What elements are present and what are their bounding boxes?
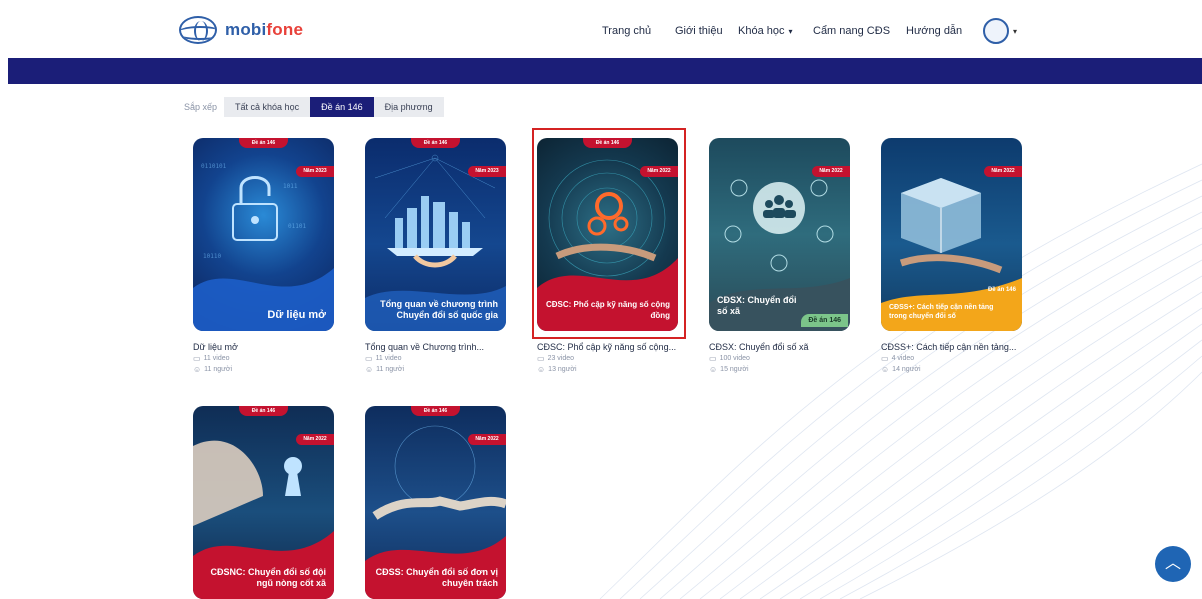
learner-count: ☺ 11 người [193, 365, 353, 374]
course-name[interactable]: CĐSX: Chuyển đổi số xã [709, 342, 869, 352]
course-year-badge: Năm 2022 [812, 166, 850, 177]
course-year-badge: Năm 2022 [984, 166, 1022, 177]
course-name[interactable]: CĐSC: Phổ cập kỹ năng số cộng... [537, 342, 697, 352]
chevron-up-icon: ︿ [1164, 555, 1181, 572]
user-avatar[interactable] [983, 18, 1009, 44]
nav-home[interactable]: Trang chủ [602, 25, 651, 37]
user-icon: ☺ [193, 365, 202, 374]
course-tag: Đề án 146 [239, 406, 288, 416]
learner-count: ☺ 14 người [881, 365, 1041, 374]
course-thumbnail[interactable]: Đề án 146 Năm 2023 Tổng quan về chương t… [365, 138, 506, 331]
video-icon: ▭ [365, 354, 373, 363]
svg-text:0110101: 0110101 [201, 163, 227, 170]
video-count: ▭ 100 video [709, 354, 869, 363]
course-name[interactable]: Dữ liệu mở [193, 342, 353, 352]
svg-text:01101: 01101 [288, 223, 306, 230]
user-icon: ☺ [709, 365, 718, 374]
learner-count: ☺ 11 người [365, 365, 525, 374]
user-icon: ☺ [537, 365, 546, 374]
nav-courses[interactable]: Khóa học ▾ [738, 25, 793, 37]
scroll-to-top-button[interactable]: ︿ [1155, 546, 1191, 582]
learner-count-text: 15 người [720, 366, 749, 373]
filter-chip-local[interactable]: Địa phương [373, 97, 444, 117]
video-count: ▭ 11 video [193, 354, 353, 363]
course-year-badge: Năm 2023 [296, 166, 334, 177]
video-count-text: 11 video [203, 355, 230, 362]
video-count-text: 23 video [547, 355, 575, 362]
course-meta: Dữ liệu mở ▭ 11 video ☺ 11 người [193, 342, 353, 374]
video-icon: ▭ [193, 354, 201, 363]
thumbnail-title: CĐSX: Chuyển đổi số xã [717, 295, 797, 316]
filter-chip-all[interactable]: Tất cả khóa học [224, 97, 311, 117]
video-count-text: 11 video [375, 355, 402, 362]
learner-count: ☺ 13 người [537, 365, 697, 374]
top-navigation-bar: mobifone Trang chủ Giới thiệu Khóa học ▾ … [0, 0, 1202, 58]
thumbnail-title: Tổng quan về chương trình Chuyển đổi số … [380, 299, 498, 320]
video-count-text: 100 video [719, 355, 750, 362]
course-thumbnail[interactable]: Năm 2022 Đề án 146 CĐSS+: Cách tiếp cận … [881, 138, 1022, 331]
thumbnail-title: CĐSS: Chuyển đổi số đơn vị chuyên trách [375, 567, 498, 588]
course-thumbnail[interactable]: Đề án 146 Năm 2022 CĐSNC: Chuyển đổi số … [193, 406, 334, 599]
learner-count-text: 14 người [892, 366, 921, 373]
course-tag: Đề án 146 [987, 287, 1016, 293]
video-icon: ▭ [881, 354, 889, 363]
course-year-badge: Năm 2022 [468, 434, 506, 445]
video-count: ▭ 23 video [537, 354, 697, 363]
user-icon: ☺ [365, 365, 374, 374]
video-count-text: 4 video [891, 355, 915, 362]
video-count: ▭ 11 video [365, 354, 525, 363]
course-name[interactable]: CĐSS+: Cách tiếp cận nền tảng... [881, 342, 1041, 352]
course-thumbnail[interactable]: Năm 2022 CĐSX: Chuyển đổi số xã Đề án 14… [709, 138, 850, 331]
sort-label: Sắp xếp [184, 102, 218, 112]
course-meta: CĐSC: Phổ cập kỹ năng số cộng... ▭ 23 vid… [537, 342, 697, 374]
svg-text:1011: 1011 [283, 183, 298, 190]
learner-count-text: 11 người [204, 366, 233, 373]
course-thumbnail[interactable]: 0110101 1011 01101 10110 Đề án 146 Năm 2023… [193, 138, 334, 331]
nav-handbook[interactable]: Cẩm nang CĐS [813, 25, 890, 37]
course-tag: Đề án 146 [411, 406, 460, 416]
video-icon: ▭ [537, 354, 545, 363]
course-tag: Đề án 146 [411, 138, 460, 148]
course-year-badge: Năm 2022 [296, 434, 334, 445]
course-tag: Đề án 146 [801, 314, 848, 327]
selection-highlight-box [532, 128, 686, 339]
course-meta: CĐSS+: Cách tiếp cận nền tảng... ▭ 4 vide… [881, 342, 1041, 374]
filter-chip-de-an-146[interactable]: Đề án 146 [310, 97, 374, 117]
chevron-down-icon: ▾ [788, 27, 793, 36]
sort-filter-bar: Sắp xếp Tất cả khóa học Đề án 146 Địa ph… [184, 97, 444, 117]
course-tag: Đề án 146 [239, 138, 288, 148]
course-year-badge: Năm 2023 [468, 166, 506, 177]
nav-courses-label: Khóa học [738, 25, 785, 37]
course-name[interactable]: Tổng quan về Chương trình... [365, 342, 525, 352]
main-nav: Trang chủ Giới thiệu Khóa học ▾ Cẩm nang … [0, 18, 1202, 44]
course-thumbnail[interactable]: Đề án 146 Năm 2022 CĐSS: Chuyển đổi số đ… [365, 406, 506, 599]
svg-text:10110: 10110 [203, 253, 221, 260]
chevron-down-icon[interactable]: ▾ [1013, 27, 1017, 36]
video-icon: ▭ [709, 354, 717, 363]
page-banner [8, 58, 1202, 84]
user-icon: ☺ [881, 365, 890, 374]
nav-guide[interactable]: Hướng dẫn [906, 25, 962, 37]
course-meta: CĐSX: Chuyển đổi số xã ▭ 100 video ☺ 15 ng… [709, 342, 869, 374]
video-count: ▭ 4 video [881, 354, 1041, 363]
course-meta: Tổng quan về Chương trình... ▭ 11 video ☺… [365, 342, 525, 374]
thumbnail-title: CĐSS+: Cách tiếp cận nền tảng trong chuy… [889, 304, 994, 320]
thumbnail-title: CĐSNC: Chuyển đổi số đội ngũ nòng cốt xã [210, 567, 327, 588]
learner-count-text: 13 người [548, 366, 577, 373]
learner-count: ☺ 15 người [709, 365, 869, 374]
learner-count-text: 11 người [376, 366, 405, 373]
thumbnail-title: Dữ liệu mở [267, 309, 326, 321]
nav-about[interactable]: Giới thiệu [675, 25, 723, 37]
